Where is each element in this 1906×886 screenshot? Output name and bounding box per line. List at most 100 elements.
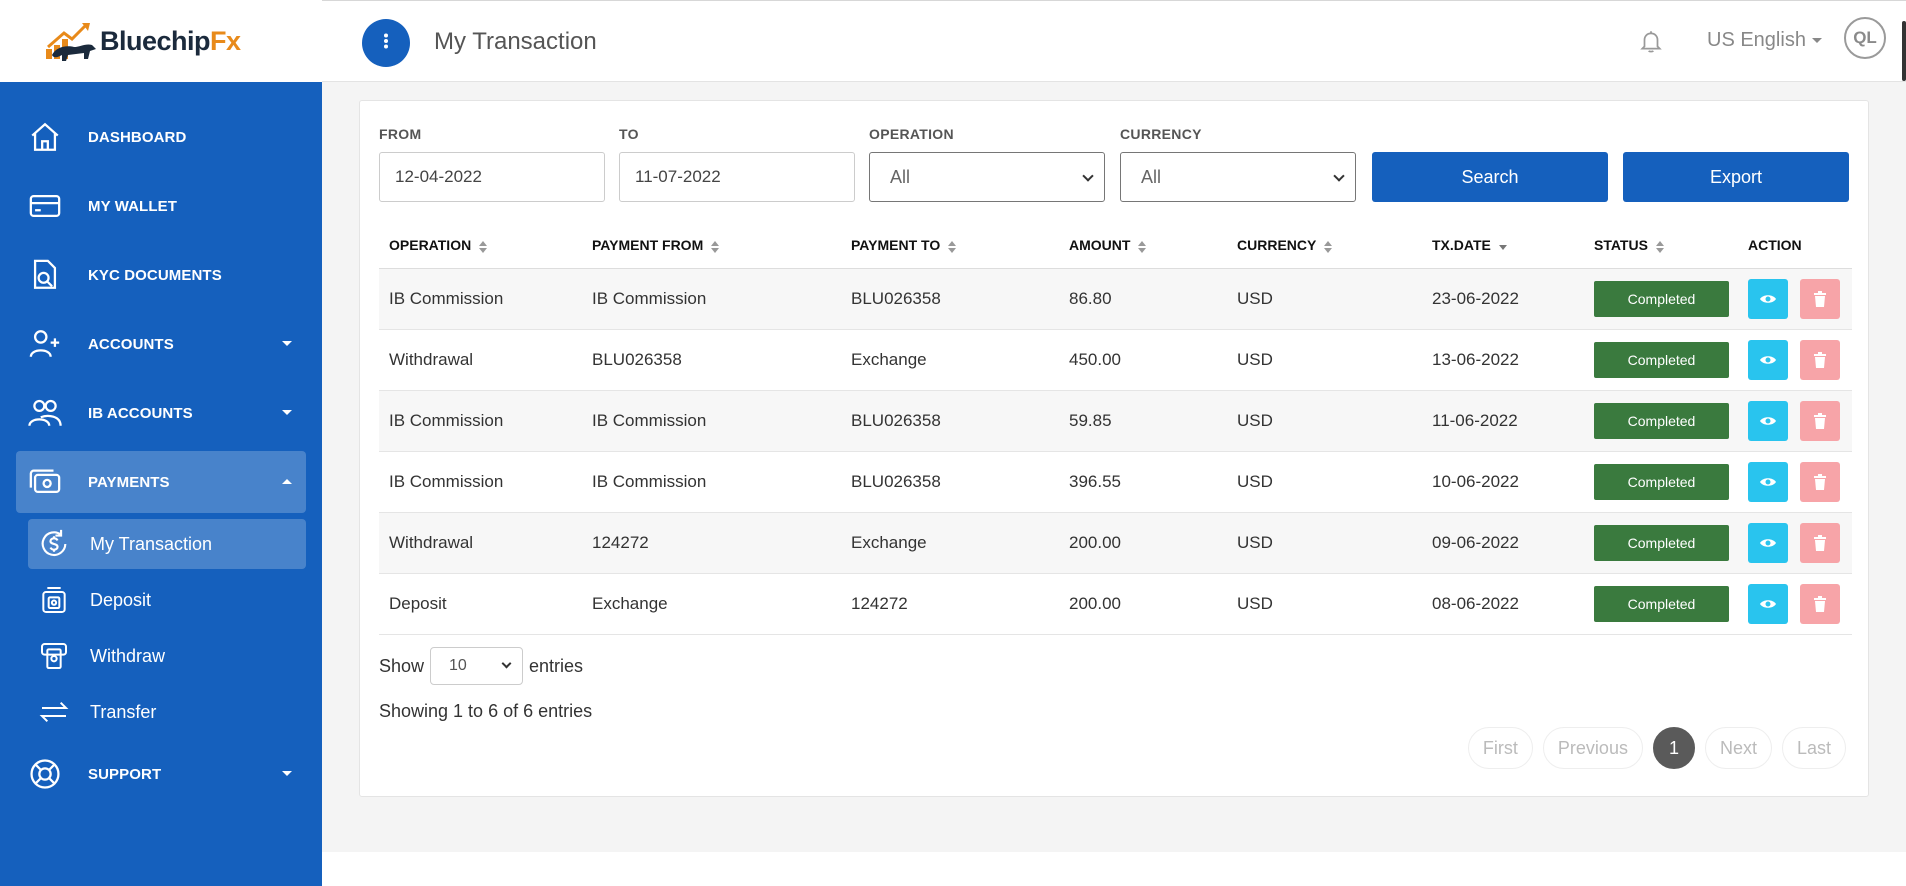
cell-action: [1738, 390, 1852, 452]
sidebar-item-my-wallet[interactable]: MY WALLET: [16, 175, 306, 237]
main-content: FROM 12-04-2022 TO 11-07-2022 OPERATION …: [322, 82, 1906, 852]
first-page-button[interactable]: First: [1467, 727, 1533, 769]
table-row: Withdrawal 124272 Exchange 200.00 USD 09…: [379, 512, 1852, 574]
column-header-action: ACTION: [1738, 223, 1852, 269]
wallet-icon: [26, 187, 64, 225]
column-header-payment-from[interactable]: PAYMENT FROM: [582, 223, 841, 269]
next-page-button[interactable]: Next: [1704, 727, 1772, 769]
to-label: TO: [619, 126, 639, 142]
view-button[interactable]: [1748, 339, 1788, 380]
currency-select[interactable]: All: [1120, 152, 1356, 202]
delete-button[interactable]: [1800, 461, 1840, 502]
column-header-currency[interactable]: CURRENCY: [1227, 223, 1422, 269]
eye-icon: [1760, 355, 1776, 364]
column-header-payment-to[interactable]: PAYMENT TO: [841, 223, 1059, 269]
status-badge: Completed: [1594, 280, 1729, 317]
cell-operation: IB Commission: [379, 451, 582, 513]
table-row: IB Commission IB Commission BLU026358 39…: [379, 451, 1852, 513]
cell-status: Completed: [1584, 268, 1738, 330]
operation-label: OPERATION: [869, 126, 954, 142]
operation-select[interactable]: All: [869, 152, 1105, 202]
column-header-operation[interactable]: OPERATION: [379, 223, 582, 269]
submenu-item-transfer[interactable]: Transfer: [28, 687, 306, 737]
user-plus-icon: [26, 325, 64, 363]
entries-per-page-select[interactable]: 10: [430, 647, 524, 685]
export-button[interactable]: Export: [1623, 152, 1849, 202]
sidebar-item-accounts[interactable]: ACCOUNTS: [16, 313, 306, 375]
sort-icon: [948, 240, 957, 253]
cell-action: [1738, 573, 1852, 635]
sidebar-item-payments[interactable]: PAYMENTS: [16, 451, 306, 513]
logo[interactable]: BluechipFx: [0, 0, 322, 82]
cell-tx-date: 11-06-2022: [1422, 390, 1584, 452]
eye-icon: [1760, 477, 1776, 486]
transactions-table: OPERATION PAYMENT FROM PAYMENT TO AMOUNT…: [379, 223, 1852, 635]
show-entries: Show 10 entries: [379, 647, 583, 685]
cell-currency: USD: [1227, 573, 1422, 635]
cell-operation: IB Commission: [379, 390, 582, 452]
cell-operation: IB Commission: [379, 268, 582, 330]
cell-payment-from: Exchange: [582, 573, 841, 635]
submenu-item-my-transaction[interactable]: My Transaction: [28, 519, 306, 569]
to-date-value: 11-07-2022: [635, 167, 721, 186]
column-header-tx-date[interactable]: TX.DATE: [1422, 223, 1584, 269]
cell-currency: USD: [1227, 390, 1422, 452]
last-page-button[interactable]: Last: [1781, 727, 1846, 769]
notification-bell-icon[interactable]: [1638, 27, 1664, 60]
delete-button[interactable]: [1800, 583, 1840, 624]
pagination: First Previous 1 Next Last: [1458, 727, 1846, 769]
sidebar-item-label: PAYMENTS: [88, 473, 170, 491]
sidebar: BluechipFx DASHBOARD MY WALLET KYC DOCUM…: [0, 0, 322, 886]
cell-tx-date: 13-06-2022: [1422, 329, 1584, 391]
column-header-amount[interactable]: AMOUNT: [1059, 223, 1227, 269]
delete-button[interactable]: [1800, 522, 1840, 563]
delete-button[interactable]: [1800, 339, 1840, 380]
language-selector[interactable]: US English: [1707, 29, 1822, 52]
user-avatar[interactable]: QL: [1844, 17, 1886, 59]
chevron-down-icon: [1082, 170, 1094, 182]
view-button[interactable]: [1748, 400, 1788, 441]
sort-icon: [711, 240, 720, 253]
eye-icon: [1760, 416, 1776, 425]
view-button[interactable]: [1748, 278, 1788, 319]
sidebar-item-kyc-documents[interactable]: KYC DOCUMENTS: [16, 244, 306, 306]
document-search-icon: [26, 256, 64, 294]
view-button[interactable]: [1748, 461, 1788, 502]
sidebar-nav: DASHBOARD MY WALLET KYC DOCUMENTS ACCOUN…: [0, 82, 322, 805]
previous-page-button[interactable]: Previous: [1542, 727, 1643, 769]
menu-toggle-button[interactable]: [362, 19, 410, 67]
sidebar-item-support[interactable]: SUPPORT: [16, 743, 306, 805]
from-label: FROM: [379, 126, 422, 142]
column-header-status[interactable]: STATUS: [1584, 223, 1738, 269]
entries-suffix: entries: [529, 655, 584, 676]
cell-status: Completed: [1584, 390, 1738, 452]
delete-button[interactable]: [1800, 278, 1840, 319]
sidebar-item-dashboard[interactable]: DASHBOARD: [16, 106, 306, 168]
cell-action: [1738, 512, 1852, 574]
table-header-row: OPERATION PAYMENT FROM PAYMENT TO AMOUNT…: [379, 223, 1852, 269]
sidebar-item-label: SUPPORT: [88, 765, 162, 783]
trash-icon: [1814, 412, 1826, 429]
to-date-input[interactable]: 11-07-2022: [619, 152, 855, 202]
status-badge: Completed: [1594, 585, 1729, 622]
from-date-input[interactable]: 12-04-2022: [379, 152, 605, 202]
submenu-item-withdraw[interactable]: Withdraw: [28, 631, 306, 681]
current-page-button[interactable]: 1: [1652, 727, 1695, 769]
payments-submenu: My Transaction Deposit Withdraw Transfer: [0, 519, 322, 737]
view-button[interactable]: [1748, 583, 1788, 624]
operation-selected: All: [890, 166, 911, 187]
search-button[interactable]: Search: [1372, 152, 1608, 202]
sidebar-item-ib-accounts[interactable]: IB ACCOUNTS: [16, 382, 306, 444]
delete-button[interactable]: [1800, 400, 1840, 441]
window-scrollbar[interactable]: [1902, 21, 1906, 81]
users-icon: [26, 394, 64, 432]
cell-payment-from: IB Commission: [582, 451, 841, 513]
submenu-item-deposit[interactable]: Deposit: [28, 575, 306, 625]
sidebar-item-label: DASHBOARD: [88, 128, 187, 146]
lifebuoy-icon: [26, 755, 64, 793]
cell-payment-to: Exchange: [841, 512, 1059, 574]
cell-currency: USD: [1227, 512, 1422, 574]
brand-name: BluechipFx: [100, 25, 241, 56]
cell-amount: 450.00: [1059, 329, 1227, 391]
view-button[interactable]: [1748, 522, 1788, 563]
